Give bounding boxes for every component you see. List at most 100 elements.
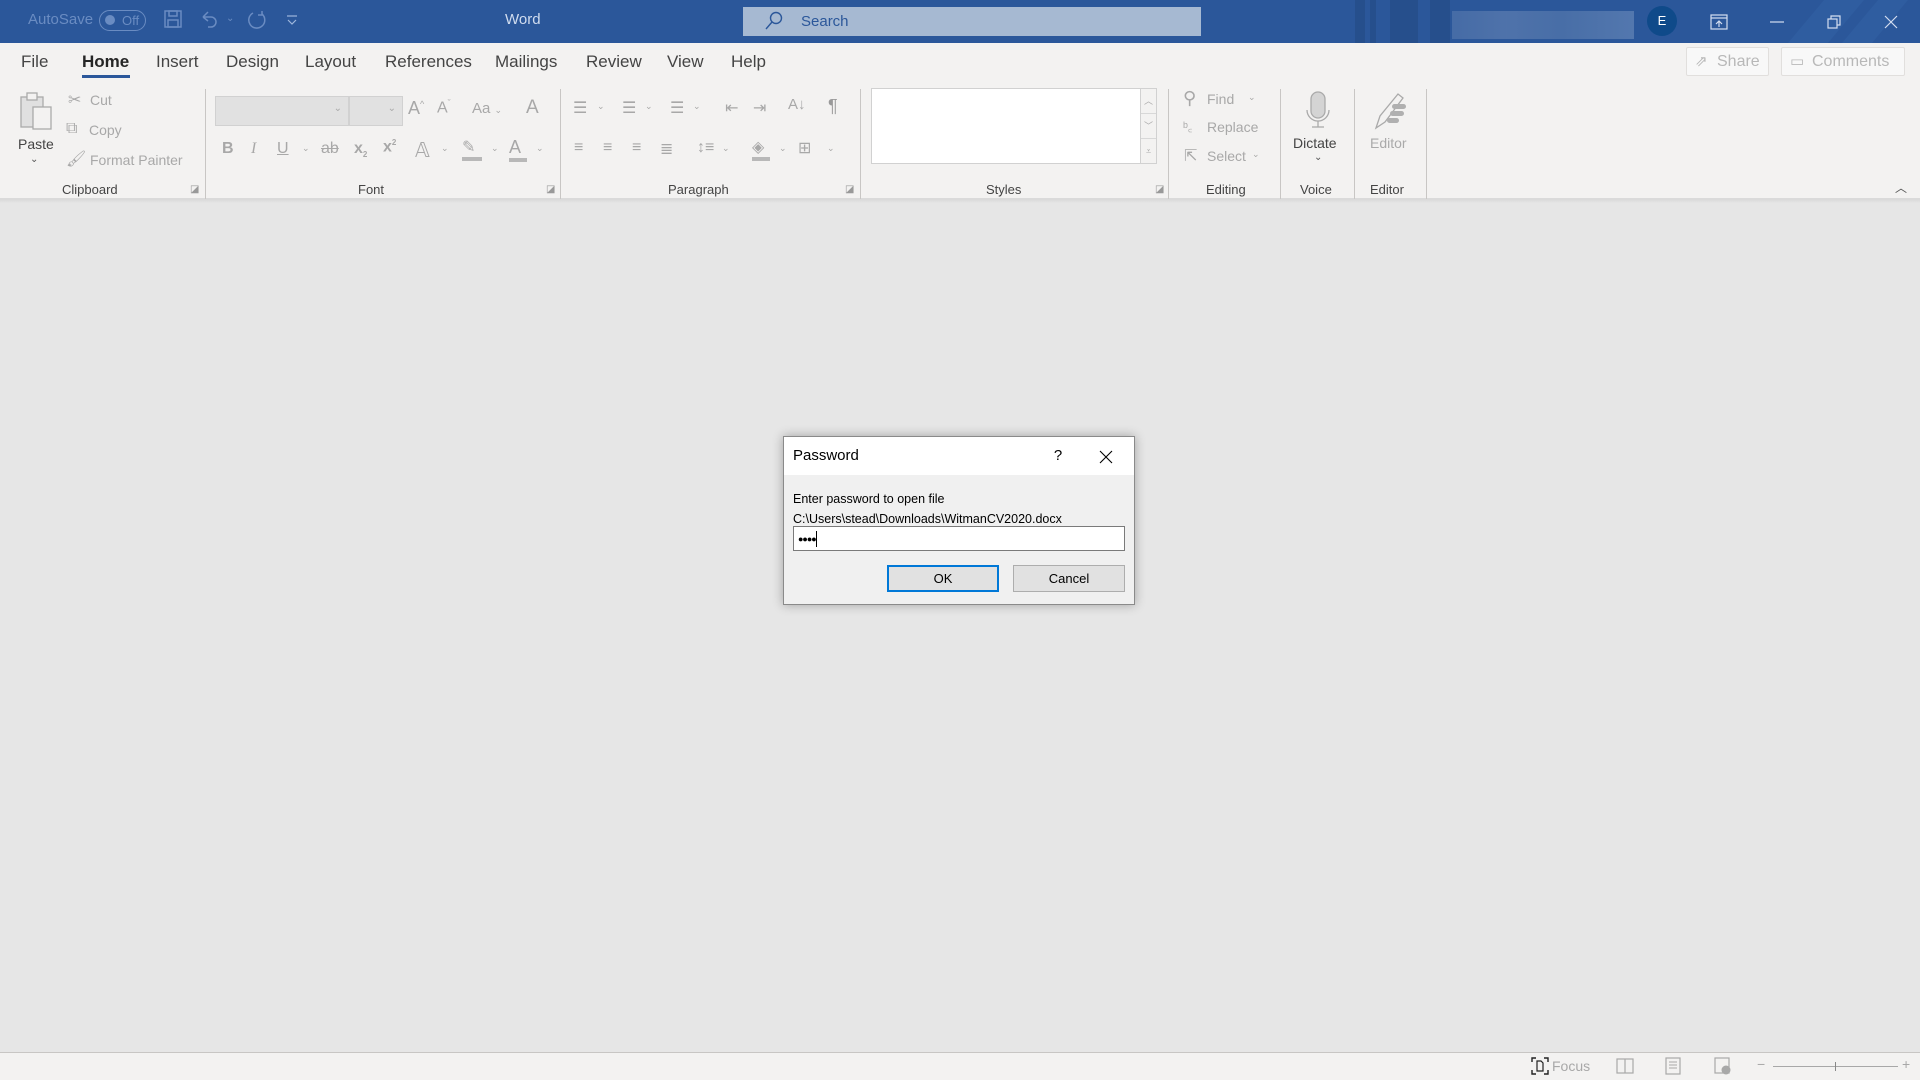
shrink-font-icon[interactable]: Aˇ: [437, 98, 451, 117]
help-button[interactable]: ?: [1038, 437, 1078, 475]
font-launcher-icon[interactable]: ◪: [546, 184, 555, 195]
italic-icon[interactable]: I: [251, 140, 256, 158]
shading-dropdown-icon[interactable]: ⌄: [779, 143, 787, 154]
subscript-icon[interactable]: x2: [354, 140, 367, 159]
password-input[interactable]: ●●●●: [793, 526, 1125, 551]
highlight-dropdown-icon[interactable]: ⌄: [491, 143, 499, 154]
strikethrough-icon[interactable]: ab: [321, 140, 339, 158]
find-dropdown-icon[interactable]: ⌄: [1248, 92, 1256, 103]
comments-button[interactable]: ▭ Comments: [1781, 47, 1905, 76]
search-box[interactable]: Search: [743, 7, 1201, 36]
copy-button[interactable]: Copy: [89, 122, 122, 138]
bullets-icon[interactable]: ☰: [573, 98, 587, 118]
justify-icon[interactable]: ≣: [660, 139, 673, 159]
align-right-icon[interactable]: ≡: [632, 139, 641, 157]
underline-dropdown-icon[interactable]: ⌄: [302, 143, 310, 154]
font-color-icon[interactable]: A: [509, 137, 527, 162]
tab-view[interactable]: View: [667, 52, 704, 72]
undo-dropdown-icon[interactable]: ⌄: [226, 13, 234, 24]
focus-button[interactable]: Focus: [1552, 1058, 1590, 1074]
replace-button[interactable]: Replace: [1207, 119, 1258, 135]
dictate-button[interactable]: Dictate ⌄: [1288, 87, 1348, 171]
multilevel-dropdown-icon[interactable]: ⌄: [693, 101, 701, 112]
shading-icon[interactable]: ◈: [752, 137, 770, 161]
read-mode-icon[interactable]: [1616, 1057, 1634, 1078]
editor-button[interactable]: Editor: [1362, 87, 1418, 171]
sort-icon[interactable]: A↓: [788, 96, 806, 113]
tab-layout[interactable]: Layout: [305, 52, 356, 72]
superscript-icon[interactable]: x2: [383, 138, 396, 156]
text-effects-dropdown-icon[interactable]: ⌄: [441, 143, 449, 154]
find-button[interactable]: Find: [1207, 91, 1234, 107]
styles-scrollbar[interactable]: ︿ ﹀ ⩡: [1141, 88, 1157, 164]
styles-gallery[interactable]: [871, 88, 1141, 164]
change-case-button[interactable]: Aa ⌄: [472, 100, 502, 117]
select-button[interactable]: Select: [1207, 148, 1246, 164]
tab-insert[interactable]: Insert: [156, 52, 199, 72]
zoom-slider-thumb[interactable]: [1835, 1062, 1836, 1071]
close-window-icon[interactable]: [1862, 0, 1919, 43]
title-decoration: [1430, 0, 1450, 43]
clear-formatting-icon[interactable]: A: [526, 97, 539, 119]
styles-more-icon[interactable]: ⩡: [1141, 139, 1156, 164]
autosave-toggle[interactable]: Off: [99, 10, 146, 31]
styles-scroll-down-icon[interactable]: ﹀: [1141, 114, 1156, 139]
save-icon[interactable]: [163, 9, 183, 34]
tab-review[interactable]: Review: [586, 52, 642, 72]
share-button[interactable]: ⇗ Share: [1686, 47, 1769, 76]
font-name-combo[interactable]: ⌄: [215, 96, 349, 126]
line-spacing-dropdown-icon[interactable]: ⌄: [722, 143, 730, 154]
styles-launcher-icon[interactable]: ◪: [1155, 184, 1164, 195]
text-effects-icon[interactable]: 𝔸: [415, 138, 430, 163]
select-dropdown-icon[interactable]: ⌄: [1252, 149, 1260, 160]
collapse-ribbon-icon[interactable]: ︿: [1895, 179, 1907, 196]
customize-qat-icon[interactable]: [286, 12, 298, 33]
tab-home[interactable]: Home: [82, 52, 129, 72]
highlight-icon[interactable]: ✎: [462, 137, 482, 161]
redo-icon[interactable]: [246, 9, 268, 36]
font-size-combo[interactable]: ⌄: [349, 96, 403, 126]
minimize-icon[interactable]: [1748, 0, 1805, 43]
ribbon-display-options-icon[interactable]: [1690, 0, 1747, 43]
format-painter-button[interactable]: Format Painter: [90, 152, 183, 168]
line-spacing-icon[interactable]: ↕≡: [697, 139, 714, 157]
numbering-icon[interactable]: ☰: [622, 98, 636, 118]
numbering-dropdown-icon[interactable]: ⌄: [645, 101, 653, 112]
borders-dropdown-icon[interactable]: ⌄: [827, 143, 835, 154]
zoom-in-button[interactable]: +: [1902, 1056, 1910, 1072]
bullets-dropdown-icon[interactable]: ⌄: [597, 101, 605, 112]
increase-indent-icon[interactable]: ⇥: [753, 98, 766, 118]
underline-icon[interactable]: U: [277, 140, 289, 158]
grow-font-icon[interactable]: A^: [408, 98, 424, 119]
tab-design[interactable]: Design: [226, 52, 279, 72]
ok-button[interactable]: OK: [887, 565, 999, 592]
styles-scroll-up-icon[interactable]: ︿: [1141, 89, 1156, 114]
undo-icon[interactable]: [199, 9, 219, 34]
tab-mailings[interactable]: Mailings: [495, 52, 557, 72]
tab-references[interactable]: References: [385, 52, 472, 72]
print-layout-icon[interactable]: [1665, 1057, 1681, 1078]
restore-icon[interactable]: [1805, 0, 1862, 43]
paragraph-launcher-icon[interactable]: ◪: [845, 184, 854, 195]
cancel-button[interactable]: Cancel: [1013, 565, 1125, 592]
tab-help[interactable]: Help: [731, 52, 766, 72]
align-center-icon[interactable]: ≡: [603, 139, 612, 157]
font-color-dropdown-icon[interactable]: ⌄: [536, 143, 544, 154]
paste-dropdown-icon[interactable]: ⌄: [30, 154, 38, 165]
dialog-close-button[interactable]: [1082, 437, 1130, 475]
show-formatting-icon[interactable]: ¶: [828, 96, 838, 117]
focus-icon[interactable]: [1531, 1057, 1549, 1078]
align-left-icon[interactable]: ≡: [574, 139, 583, 157]
zoom-out-button[interactable]: −: [1757, 1056, 1765, 1072]
multilevel-list-icon[interactable]: ☰: [670, 98, 684, 118]
borders-icon[interactable]: ⊞: [798, 138, 811, 158]
paste-button[interactable]: Paste ⌄: [14, 88, 58, 168]
avatar[interactable]: E: [1647, 6, 1677, 36]
tab-file[interactable]: File: [21, 52, 48, 72]
cut-button[interactable]: Cut: [90, 92, 112, 108]
clipboard-launcher-icon[interactable]: ◪: [190, 184, 199, 195]
dictate-dropdown-icon[interactable]: ⌄: [1314, 152, 1322, 163]
web-layout-icon[interactable]: [1714, 1057, 1732, 1078]
decrease-indent-icon[interactable]: ⇤: [725, 98, 738, 118]
bold-icon[interactable]: B: [222, 140, 234, 158]
